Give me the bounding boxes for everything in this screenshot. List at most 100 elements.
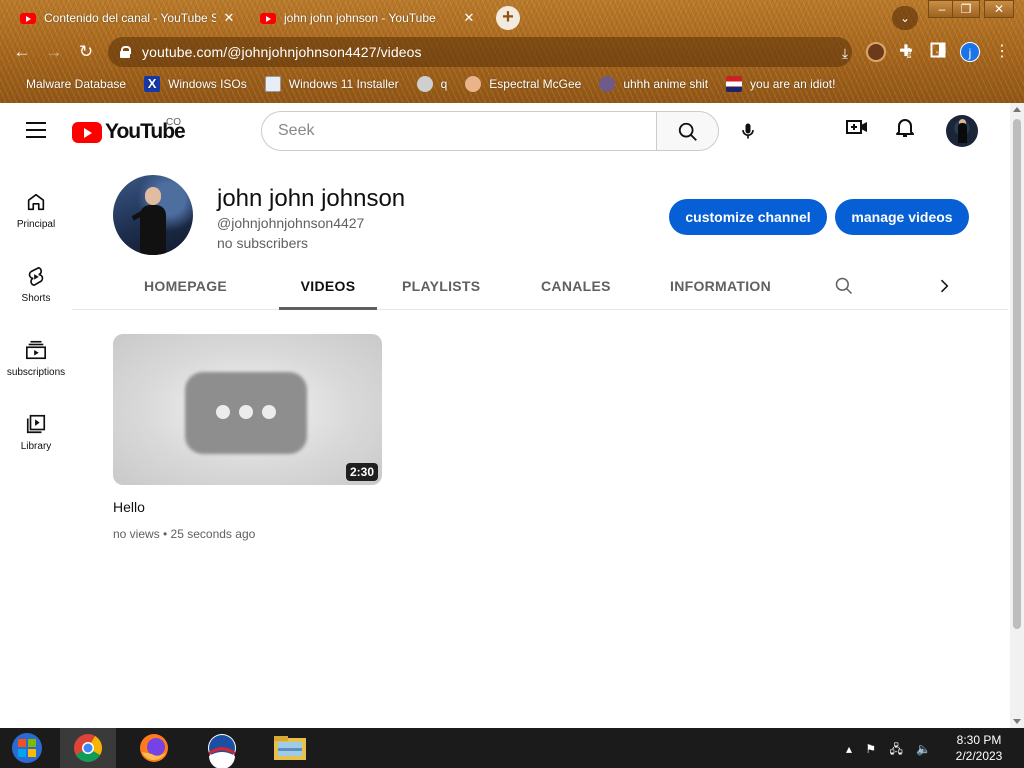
- file-explorer-icon[interactable]: [262, 728, 318, 768]
- system-clock[interactable]: 8:30 PM 2/2/2023: [944, 732, 1014, 764]
- tab-strip: Contenido del canal - YouTube Studio ✕ j…: [0, 0, 1024, 34]
- firefox-icon[interactable]: [126, 728, 182, 768]
- cube-icon: [416, 76, 433, 92]
- search-button[interactable]: [656, 111, 719, 151]
- account-avatar[interactable]: [946, 115, 978, 147]
- extension-avatar-icon[interactable]: [866, 42, 886, 62]
- chrome-icon[interactable]: [60, 728, 116, 768]
- video-card[interactable]: 2:30 Hello no views • 25 seconds ago: [113, 334, 382, 541]
- youtube-play-icon: [72, 121, 102, 143]
- subscriptions-icon: [26, 340, 46, 360]
- channel-tabs: HOMEPAGE VIDEOS PLAYLISTS CANALES INFORM…: [72, 261, 1008, 310]
- page-scrollbar[interactable]: [1010, 103, 1024, 728]
- bookmark-windows-11-installer[interactable]: Windows 11 Installer: [264, 76, 399, 92]
- scroll-up-icon[interactable]: [1013, 107, 1021, 112]
- action-center-flag-icon[interactable]: ⚑: [865, 742, 876, 756]
- scrollbar-thumb[interactable]: [1013, 119, 1021, 629]
- extensions-puzzle-icon[interactable]: ✚: [896, 42, 916, 62]
- home-icon: [27, 193, 45, 211]
- guide-item-home[interactable]: Principal: [0, 169, 72, 243]
- guide-item-subscriptions[interactable]: subscriptions: [0, 317, 72, 391]
- volume-icon[interactable]: 🔈: [916, 742, 931, 756]
- bookmark-label: Malware Database: [26, 77, 127, 91]
- bookmark-label: Espectral McGee: [489, 77, 582, 91]
- guide-label: Shorts: [21, 293, 51, 304]
- search-input[interactable]: [278, 122, 638, 140]
- bookmark-espectral-mcgee[interactable]: Espectral McGee: [465, 76, 581, 92]
- bookmark-malware-database[interactable]: Malware Database: [14, 76, 126, 92]
- url-text[interactable]: youtube.com/@johnjohnjohnson4427/videos: [142, 44, 422, 60]
- lock-icon[interactable]: [120, 46, 131, 58]
- channel-handle: @johnjohnjohnson4427: [217, 215, 365, 231]
- clock-date: 2/2/2023: [955, 749, 1003, 763]
- install-app-icon[interactable]: ⤓: [836, 44, 854, 62]
- browser-tab-channel[interactable]: john john johnson - YouTube ✕: [250, 4, 486, 32]
- profile-avatar[interactable]: j: [960, 42, 980, 62]
- subscriber-count: no subscribers: [217, 235, 309, 251]
- microphone-icon: [742, 123, 754, 139]
- tab-close-icon[interactable]: ✕: [462, 10, 476, 26]
- forward-arrow-icon[interactable]: →: [42, 40, 66, 64]
- hamburger-menu-icon[interactable]: [26, 122, 46, 138]
- side-panel-icon[interactable]: [928, 42, 948, 62]
- channel-avatar: [113, 175, 193, 255]
- youtube-favicon-icon: [20, 12, 36, 24]
- notifications-bell-icon[interactable]: [893, 115, 917, 139]
- video-grid: 2:30 Hello no views • 25 seconds ago: [113, 334, 382, 541]
- anime-icon: [599, 76, 616, 92]
- tab-close-icon[interactable]: ✕: [222, 10, 236, 26]
- video-metadata: no views • 25 seconds ago: [113, 527, 256, 541]
- bookmark-label: q: [440, 77, 448, 91]
- bookmark-blank-icon: [14, 76, 20, 92]
- youtube-favicon-icon: [260, 12, 276, 24]
- video-thumbnail[interactable]: 2:30: [113, 334, 382, 485]
- start-orb-icon[interactable]: [0, 728, 56, 768]
- guide-item-shorts[interactable]: Shorts: [0, 243, 72, 317]
- voice-search-button[interactable]: [728, 111, 768, 151]
- window-maximize-button[interactable]: ❐: [952, 0, 980, 18]
- search-box[interactable]: [261, 111, 657, 151]
- guide-item-library[interactable]: Library: [0, 391, 72, 465]
- channel-search-icon[interactable]: [834, 276, 854, 296]
- bookmark-anime[interactable]: uhhh anime shit: [599, 76, 708, 92]
- customize-channel-button[interactable]: customize channel: [669, 199, 827, 235]
- chevron-right-icon[interactable]: [934, 276, 954, 296]
- library-icon: [26, 414, 46, 434]
- browser-tab-studio[interactable]: Contenido del canal - YouTube Studio ✕: [10, 4, 246, 32]
- taskbar: ▴ ⚑ 🖧 🔈 8:30 PM 2/2/2023: [0, 728, 1024, 768]
- country-code: CO: [166, 117, 181, 128]
- scroll-down-icon[interactable]: [1013, 719, 1021, 724]
- more-menu-icon[interactable]: ⋮: [992, 42, 1012, 62]
- masthead: YouTube CO: [0, 103, 1010, 159]
- bookmark-label: Windows 11 Installer: [288, 77, 399, 91]
- video-duration: 2:30: [345, 463, 378, 481]
- tab-playlists[interactable]: PLAYLISTS: [402, 261, 480, 310]
- tab-search-chevron-icon[interactable]: ⌄: [892, 6, 918, 30]
- youtube-page: YouTube CO Principal Shorts: [0, 103, 1010, 728]
- obama-icon[interactable]: [194, 728, 250, 768]
- shorts-icon: [28, 266, 44, 287]
- network-icon[interactable]: 🖧: [889, 742, 902, 756]
- window-close-button[interactable]: ✕: [984, 0, 1014, 18]
- tab-information[interactable]: INFORMATION: [670, 261, 771, 310]
- video-title[interactable]: Hello: [113, 499, 382, 515]
- bookmark-you-are-an-idiot[interactable]: you are an idiot!: [726, 76, 835, 92]
- bookmark-windows-isos[interactable]: X Windows ISOs: [144, 76, 247, 92]
- tab-canales[interactable]: CANALES: [541, 261, 610, 310]
- manage-videos-button[interactable]: manage videos: [835, 199, 969, 235]
- tab-videos[interactable]: VIDEOS: [279, 261, 377, 310]
- reload-icon[interactable]: ↻: [74, 40, 98, 64]
- tab-title: Contenido del canal - YouTube Studio: [44, 11, 216, 25]
- bookmark-q[interactable]: q: [416, 76, 448, 92]
- flag-icon: [726, 76, 743, 92]
- back-arrow-icon[interactable]: ←: [10, 40, 34, 64]
- new-tab-button[interactable]: +: [496, 6, 520, 30]
- address-bar[interactable]: youtube.com/@johnjohnjohnson4427/videos …: [108, 37, 947, 67]
- system-tray: ▴ ⚑ 🖧 🔈: [846, 740, 941, 761]
- create-video-icon[interactable]: [845, 115, 869, 139]
- tab-homepage[interactable]: HOMEPAGE: [144, 261, 227, 310]
- xbox-x-icon: X: [144, 76, 161, 92]
- show-hidden-icons-icon[interactable]: ▴: [846, 742, 852, 756]
- clock-time: 8:30 PM: [956, 733, 1002, 747]
- installer-icon: [264, 76, 281, 92]
